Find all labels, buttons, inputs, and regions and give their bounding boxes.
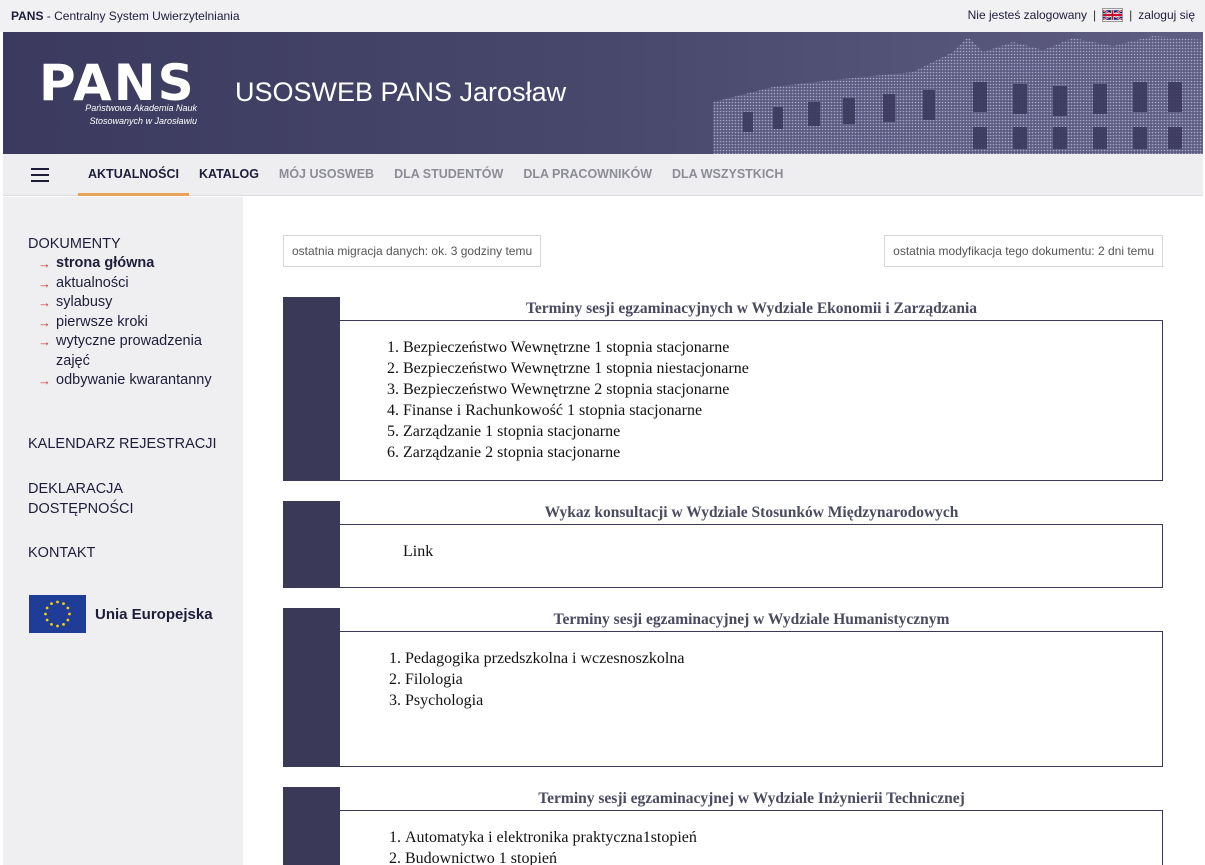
modified-info: ostatnia modyfikacja tego dokumentu: 2 d… <box>884 235 1163 267</box>
card-accent <box>283 297 340 481</box>
list-item[interactable]: Finanse i Rachunkowość 1 stopnia stacjon… <box>403 400 749 421</box>
list-item[interactable]: Pedagogika przedszkolna i wczesnoszkolna <box>405 648 684 669</box>
brand-strong: PANS <box>11 9 44 23</box>
sidebar: DOKUMENTY → strona główna → aktualności → s… <box>3 197 243 865</box>
sidebar-item-label: wytyczne prowadzenia zajęć <box>56 333 202 369</box>
english-flag-icon[interactable] <box>1102 8 1124 22</box>
tab-dla-studentow[interactable]: DLA STUDENTÓW <box>384 154 513 196</box>
list-item[interactable]: Psychologia <box>405 690 684 711</box>
sidebar-section-kalendarz[interactable]: KALENDARZ REJESTRACJI <box>28 435 217 455</box>
tab-dla-wszystkich[interactable]: DLA WSZYSTKICH <box>662 154 793 196</box>
list-item[interactable]: Zarządzanie 1 stopnia stacjonarne <box>403 421 749 442</box>
sidebar-item-label: sylabusy <box>56 294 113 310</box>
card-accent <box>283 608 340 767</box>
sidebar-item-kwarantanna[interactable]: → odbywanie kwarantanny <box>28 371 233 391</box>
arrow-right-icon: → <box>38 334 51 349</box>
login-area: Nie jesteś zalogowany | | zaloguj się <box>968 8 1195 22</box>
news-card-konsultacje: Wykaz konsultacji w Wydziale Stosunków M… <box>283 501 1163 588</box>
news-card-ekonomia: Terminy sesji egzaminacyjnych w Wydziale… <box>283 297 1163 481</box>
tab-moj-usosweb[interactable]: MÓJ USOSWEB <box>269 154 384 196</box>
sidebar-items: → strona główna → aktualności → sylabusy → p… <box>28 254 233 391</box>
site-title: USOSWEB PANS Jarosław <box>235 77 567 107</box>
brand-rest: - Centralny System Uwierzytelniania <box>43 9 240 23</box>
building-illustration <box>713 36 1203 154</box>
list-item[interactable]: Bezpieczeństwo Wewnętrzne 1 stopnia nies… <box>403 358 749 379</box>
list-item[interactable]: Filologia <box>405 669 684 690</box>
hamburger-menu-icon[interactable] <box>31 168 49 182</box>
eu-flag-icon <box>29 595 86 633</box>
top-bar: PANS - Centralny System Uwierzytelniania… <box>0 0 1205 32</box>
card-body: Automatyka i elektronika praktyczna1stop… <box>340 810 1163 865</box>
tab-katalog[interactable]: KATALOG <box>189 154 269 196</box>
eu-badge[interactable]: Unia Europejska <box>29 595 213 633</box>
card-title: Terminy sesji egzaminacyjnych w Wydziale… <box>525 300 978 317</box>
sidebar-item-aktualnosci[interactable]: → aktualności <box>28 274 233 294</box>
news-card-inzynieria: Terminy sesji egzaminacyjnej w Wydziale … <box>283 787 1163 865</box>
sidebar-item-pierwsze-kroki[interactable]: → pierwsze kroki <box>28 313 233 333</box>
card-accent <box>283 501 340 588</box>
list-item[interactable]: Budownictwo 1 stopień <box>405 848 697 865</box>
pans-logo[interactable]: PANS <box>39 58 196 108</box>
migration-info: ostatnia migracja danych: ok. 3 godziny … <box>283 235 542 267</box>
card-title: Terminy sesji egzaminacyjnej w Wydziale … <box>553 611 950 628</box>
logo-line-1: Państwowa Akademia Nauk <box>85 103 197 113</box>
deklaracja-line-2: DOSTĘPNOŚCI <box>28 500 134 517</box>
list-item[interactable]: Zarządzanie 2 stopnia stacjonarne <box>403 442 749 463</box>
card-body: Link <box>340 524 1163 588</box>
card-body: Pedagogika przedszkolna i wczesnoszkolna… <box>340 631 1163 767</box>
card-body: Bezpieczeństwo Wewnętrzne 1 stopnia stac… <box>340 320 1163 481</box>
card-list: Bezpieczeństwo Wewnętrzne 1 stopnia stac… <box>403 337 749 463</box>
arrow-right-icon: → <box>38 314 51 330</box>
sidebar-item-label: pierwsze kroki <box>56 313 148 330</box>
separator: | <box>1129 8 1133 22</box>
arrow-right-icon: → <box>38 256 51 271</box>
sidebar-item-wytyczne[interactable]: → wytyczne prowadzenia zajęć <box>28 332 233 371</box>
sidebar-section-deklaracja[interactable]: DEKLARACJA DOSTĘPNOŚCI <box>28 480 134 519</box>
separator: | <box>1093 8 1097 22</box>
arrow-right-icon: → <box>38 373 51 388</box>
login-status: Nie jesteś zalogowany <box>967 8 1088 22</box>
cas-brand[interactable]: PANS - Centralny System Uwierzytelniania <box>11 9 240 23</box>
sidebar-section-kontakt[interactable]: KONTAKT <box>28 544 95 564</box>
card-title: Terminy sesji egzaminacyjnej w Wydziale … <box>538 790 965 807</box>
main-nav: AKTUALNOŚCI KATALOG MÓJ USOSWEB DLA STUD… <box>3 154 1203 196</box>
tab-dla-pracownikow[interactable]: DLA PRACOWNIKÓW <box>513 154 662 196</box>
sidebar-item-label: strona główna <box>56 255 155 271</box>
arrow-right-icon: → <box>38 275 51 291</box>
card-list: Automatyka i elektronika praktyczna1stop… <box>405 827 697 865</box>
deklaracja-line-1: DEKLARACJA <box>28 481 124 497</box>
eu-label: Unia Europejska <box>95 605 213 623</box>
tab-aktualnosci[interactable]: AKTUALNOŚCI <box>78 154 189 196</box>
list-item[interactable]: Automatyka i elektronika praktyczna1stop… <box>405 827 697 848</box>
logo-subtitle: Państwowa Akademia Nauk Stosowanych w Ja… <box>75 102 197 128</box>
news-card-humanistyczny: Terminy sesji egzaminacyjnej w Wydziale … <box>283 608 1163 767</box>
sidebar-item-strona-glowna[interactable]: → strona główna <box>28 254 233 274</box>
login-link[interactable]: zaloguj się <box>1138 8 1195 22</box>
logo-line-2: Stosowanych w Jarosławiu <box>89 116 197 126</box>
list-item[interactable]: Bezpieczeństwo Wewnętrzne 1 stopnia stac… <box>403 337 749 358</box>
arrow-right-icon: → <box>38 295 51 310</box>
card-title: Wykaz konsultacji w Wydziale Stosunków M… <box>544 504 959 521</box>
nav-tabs: AKTUALNOŚCI KATALOG MÓJ USOSWEB DLA STUD… <box>78 154 793 196</box>
sidebar-item-label: aktualności <box>56 274 129 291</box>
sidebar-item-sylabusy[interactable]: → sylabusy <box>28 293 233 313</box>
consultations-link[interactable]: Link <box>403 543 433 561</box>
sidebar-section-dokumenty[interactable]: DOKUMENTY <box>28 235 121 255</box>
list-item[interactable]: Bezpieczeństwo Wewnętrzne 2 stopnia stac… <box>403 379 749 400</box>
header-banner: PANS Państwowa Akademia Nauk Stosowanych… <box>3 32 1203 154</box>
card-accent <box>283 787 340 865</box>
card-list: Pedagogika przedszkolna i wczesnoszkolna… <box>405 648 684 711</box>
sidebar-item-label: odbywanie kwarantanny <box>56 372 212 388</box>
